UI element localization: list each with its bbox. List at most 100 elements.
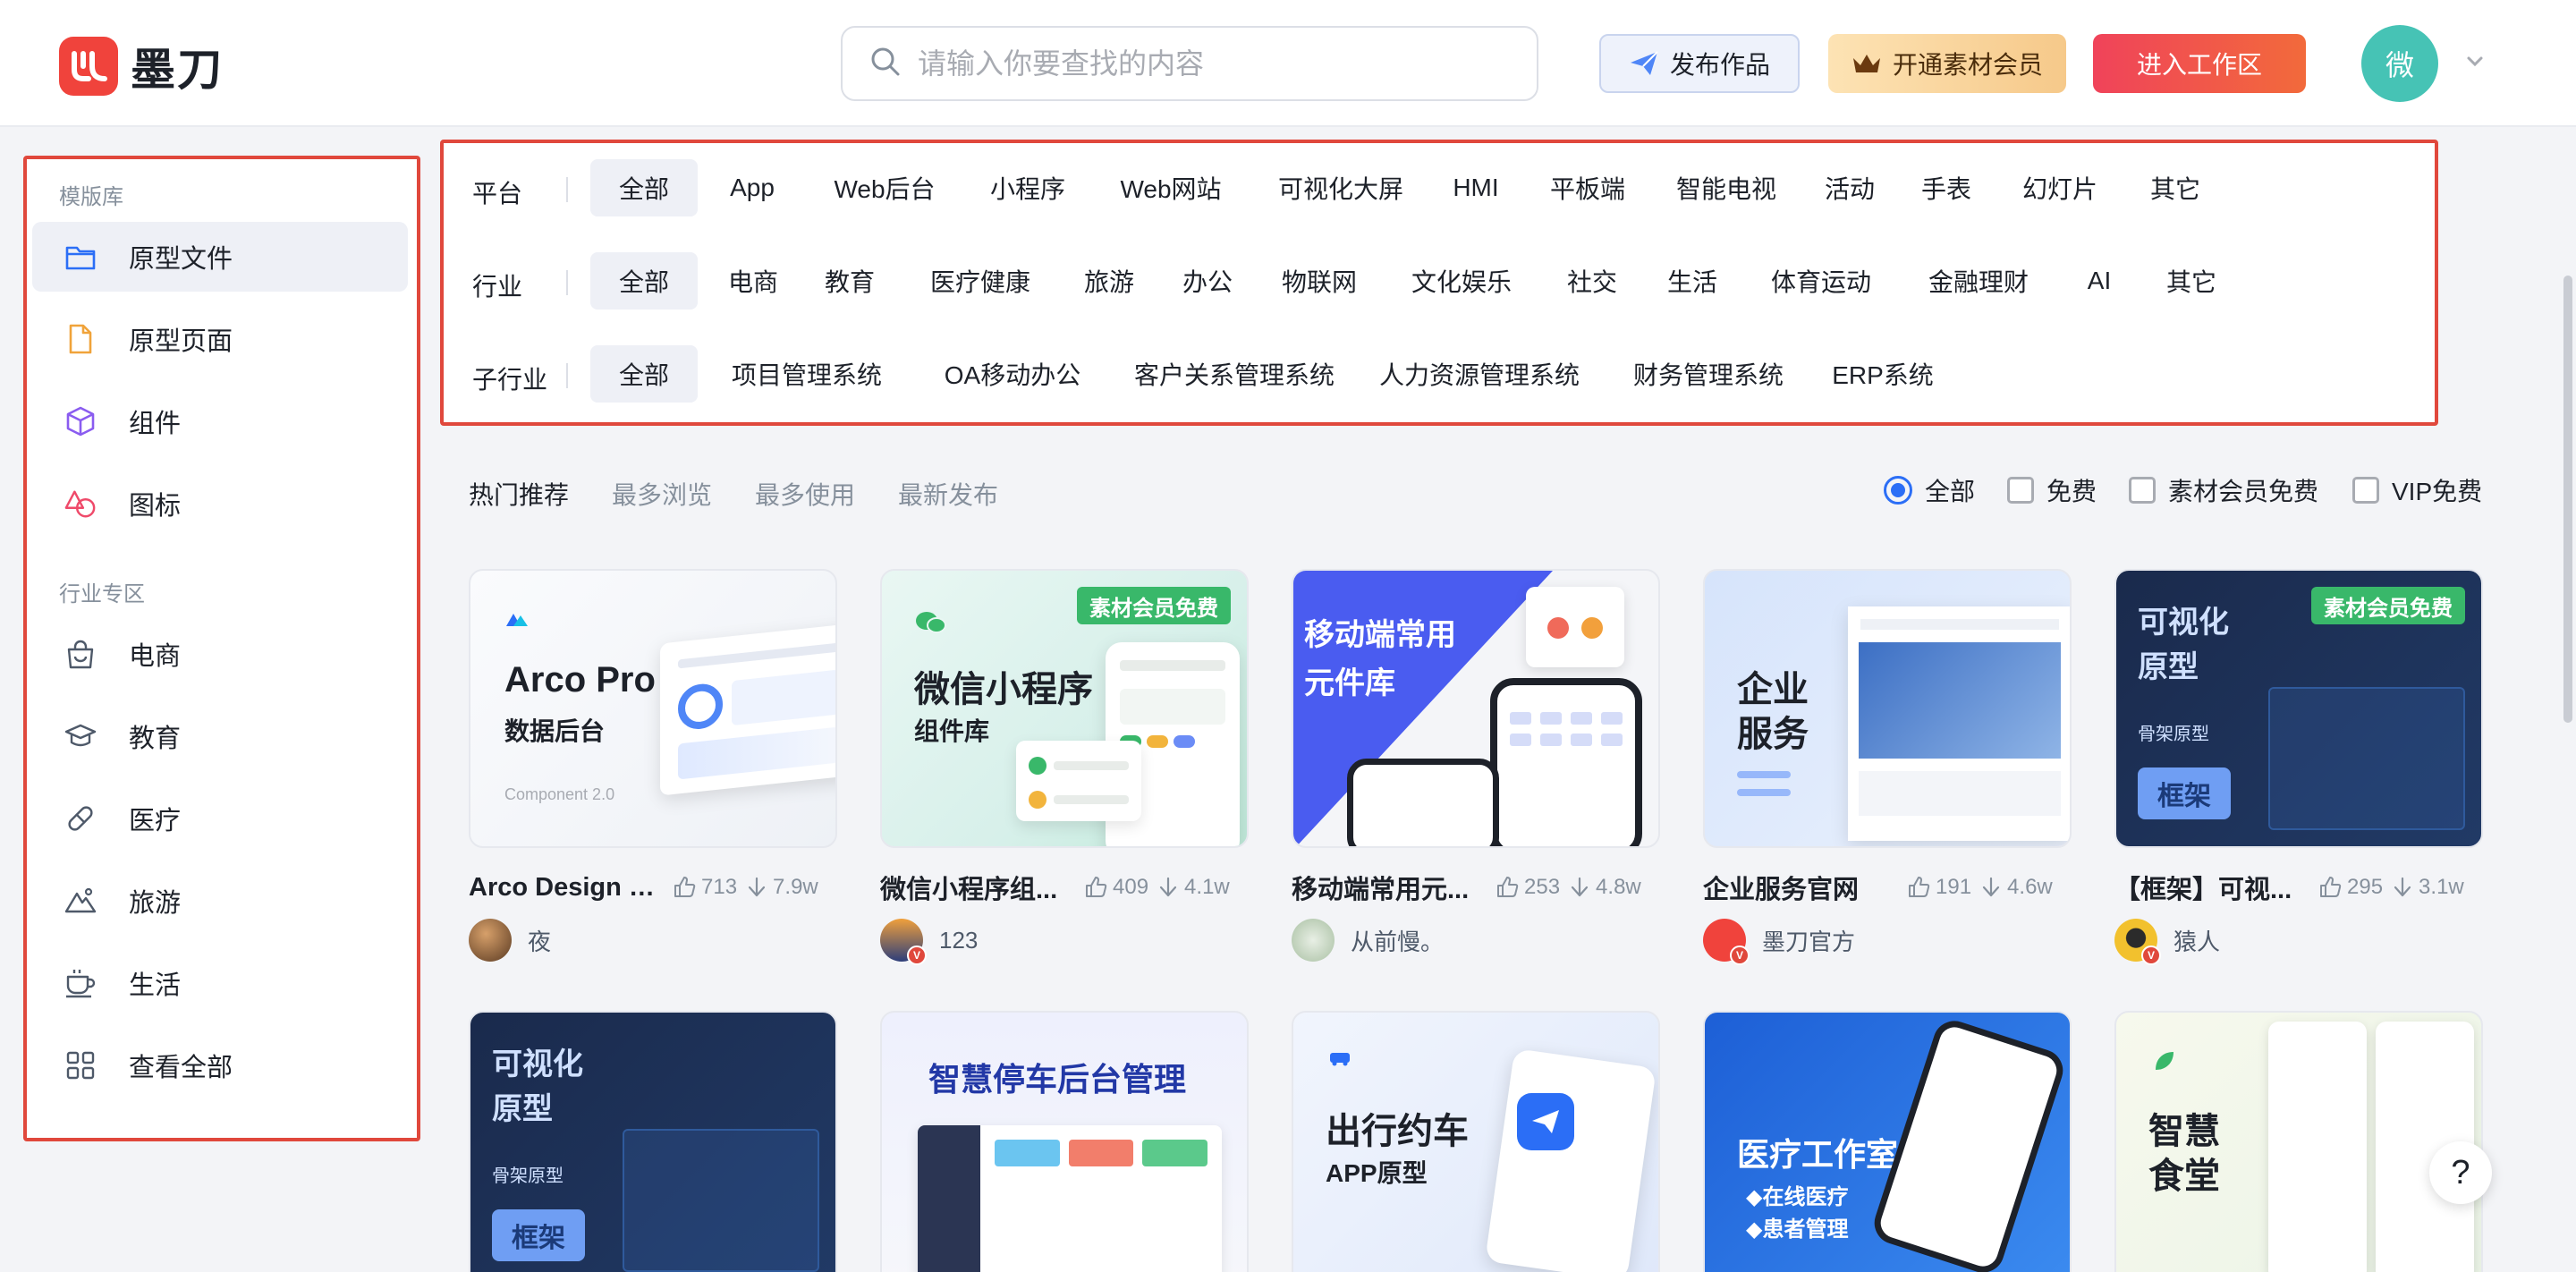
chevron-down-icon[interactable] — [2463, 50, 2487, 78]
sidebar: 模版库 原型文件 原型页面 组件 图标 行业专区 电商 教育 医疗 旅游 生活 … — [23, 156, 420, 1141]
checkbox[interactable] — [2352, 477, 2379, 504]
card-title[interactable]: Arco Design P... — [469, 873, 664, 903]
sidebar-item-components[interactable]: 组件 — [32, 386, 408, 456]
like-count[interactable]: 191 — [1907, 875, 1971, 900]
template-card[interactable]: 医疗工作室 ◆在线医疗 ◆患者管理 — [1703, 1011, 2072, 1272]
chip-industry-sports[interactable]: 体育运动 — [1758, 252, 1884, 310]
chip-industry-office[interactable]: 办公 — [1170, 252, 1245, 310]
chip-platform-watch[interactable]: 手表 — [1911, 159, 1982, 216]
member-button[interactable]: 开通素材会员 — [1828, 34, 2066, 93]
chip-platform-all[interactable]: 全部 — [590, 159, 698, 216]
chip-sub-crm[interactable]: 客户关系管理系统 — [1127, 345, 1342, 403]
chip-platform-website[interactable]: Web网站 — [1104, 159, 1238, 216]
template-card[interactable]: 智慧停车后台管理 — [880, 1011, 1249, 1272]
chip-industry-ai[interactable]: AI — [2068, 252, 2131, 310]
publish-button[interactable]: 发布作品 — [1599, 34, 1800, 93]
thumb-subtitle: 原型 — [2138, 650, 2199, 684]
card-thumbnail[interactable]: 企业 服务 — [1703, 569, 2072, 848]
search-box[interactable] — [841, 26, 1538, 101]
sidebar-item-medical[interactable]: 医疗 — [32, 784, 408, 853]
card-thumbnail[interactable]: 智慧停车后台管理 — [880, 1011, 1249, 1272]
chip-sub-all[interactable]: 全部 — [590, 345, 698, 403]
sidebar-item-education[interactable]: 教育 — [32, 701, 408, 771]
filter-price-free[interactable]: 免费 — [2007, 472, 2097, 508]
chip-sub-hr[interactable]: 人力资源管理系统 — [1372, 345, 1587, 403]
chip-industry-other[interactable]: 其它 — [2156, 252, 2227, 310]
thumb-title: 可视化 — [2138, 606, 2229, 640]
card-title[interactable]: 移动端常用元... — [1292, 869, 1487, 906]
tab-newest[interactable]: 最新发布 — [898, 476, 998, 512]
template-card[interactable]: 可视化 原型 骨架原型 框架 — [469, 1011, 837, 1272]
chip-platform-web-admin[interactable]: Web后台 — [818, 159, 952, 216]
help-button[interactable]: ? — [2429, 1141, 2492, 1204]
filter-price-all[interactable]: 全部 — [1884, 472, 1975, 508]
card-thumbnail[interactable]: 出行约车 APP原型 — [1292, 1011, 1660, 1272]
sidebar-item-prototype-pages[interactable]: 原型页面 — [32, 304, 408, 374]
card-thumbnail[interactable]: Arco Pro 数据后台 Component 2.0 — [469, 569, 837, 848]
chip-industry-education[interactable]: 教育 — [812, 252, 887, 310]
filter-price-vip-free[interactable]: VIP免费 — [2352, 472, 2482, 508]
workspace-button[interactable]: 进入工作区 — [2093, 34, 2306, 93]
chip-industry-ecommerce[interactable]: 电商 — [716, 252, 791, 310]
card-author[interactable]: 从前慢。 — [1292, 918, 1444, 962]
chip-platform-miniprogram[interactable]: 小程序 — [979, 159, 1077, 216]
chip-platform-tablet[interactable]: 平板端 — [1538, 159, 1637, 216]
card-author[interactable]: V 猿人 — [2114, 918, 2220, 965]
chip-sub-project-mgmt[interactable]: 项目管理系统 — [717, 345, 896, 403]
card-author[interactable]: 夜 — [469, 918, 551, 962]
like-count[interactable]: 409 — [1084, 875, 1148, 900]
chip-sub-finance[interactable]: 财务管理系统 — [1619, 345, 1798, 403]
logo[interactable]: 墨刀 — [59, 34, 224, 98]
sidebar-item-travel[interactable]: 旅游 — [32, 866, 408, 936]
author-name: 从前慢。 — [1351, 928, 1445, 955]
chip-industry-healthcare[interactable]: 医疗健康 — [918, 252, 1043, 310]
chip-platform-dashboard[interactable]: 可视化大屏 — [1265, 159, 1417, 216]
template-card[interactable]: 出行约车 APP原型 — [1292, 1011, 1660, 1272]
card-author[interactable]: V 123 — [880, 918, 978, 965]
card-thumbnail[interactable]: 移动端常用 元件库 — [1292, 569, 1660, 848]
chip-platform-other[interactable]: 其它 — [2140, 159, 2211, 216]
card-title[interactable]: 【框架】可视... — [2114, 869, 2309, 906]
checkbox[interactable] — [2129, 477, 2156, 504]
like-count[interactable]: 295 — [2318, 875, 2383, 900]
checkbox[interactable] — [2007, 477, 2034, 504]
sidebar-item-icons[interactable]: 图标 — [32, 469, 408, 538]
card-thumbnail[interactable]: 素材会员免费 微信小程序 组件库 — [880, 569, 1249, 848]
chip-industry-travel[interactable]: 旅游 — [1072, 252, 1147, 310]
chip-platform-slides[interactable]: 幻灯片 — [2011, 159, 2109, 216]
filter-price-member-free[interactable]: 素材会员免费 — [2129, 472, 2318, 508]
chip-industry-all[interactable]: 全部 — [590, 252, 698, 310]
sidebar-item-prototype-files[interactable]: 原型文件 — [32, 222, 408, 292]
chip-platform-app[interactable]: App — [712, 159, 792, 216]
card-thumbnail[interactable]: 可视化 原型 骨架原型 框架 — [469, 1011, 837, 1272]
chip-industry-finance[interactable]: 金融理财 — [1916, 252, 2041, 310]
sidebar-item-view-all[interactable]: 查看全部 — [32, 1030, 408, 1100]
card-thumbnail[interactable]: 素材会员免费 可视化 原型 骨架原型 框架 — [2114, 569, 2483, 848]
scrollbar[interactable] — [2563, 276, 2572, 723]
tab-most-used[interactable]: 最多使用 — [755, 476, 855, 512]
card-title[interactable]: 企业服务官网 — [1703, 869, 1898, 906]
chip-industry-social[interactable]: 社交 — [1555, 252, 1630, 310]
sidebar-item-ecommerce[interactable]: 电商 — [32, 619, 408, 689]
card-author[interactable]: V 墨刀官方 — [1703, 918, 1855, 965]
card-title[interactable]: 微信小程序组... — [880, 869, 1075, 906]
card-thumbnail[interactable]: 医疗工作室 ◆在线医疗 ◆患者管理 — [1703, 1011, 2072, 1272]
chip-platform-activity[interactable]: 活动 — [1814, 159, 1885, 216]
tab-hot[interactable]: 热门推荐 — [469, 476, 569, 512]
radio-checked[interactable] — [1884, 476, 1912, 505]
like-count[interactable]: 253 — [1496, 875, 1560, 900]
chip-industry-entertainment[interactable]: 文化娱乐 — [1399, 252, 1524, 310]
search-input[interactable] — [918, 47, 1490, 81]
chip-platform-hmi[interactable]: HMI — [1440, 159, 1512, 216]
like-count[interactable]: 713 — [673, 875, 737, 900]
chip-industry-iot[interactable]: 物联网 — [1270, 252, 1368, 310]
sidebar-item-life[interactable]: 生活 — [32, 948, 408, 1018]
card-thumbnail[interactable]: 智慧 食堂 — [2114, 1011, 2483, 1272]
chip-industry-life[interactable]: 生活 — [1655, 252, 1730, 310]
chip-sub-oa[interactable]: OA移动办公 — [932, 345, 1093, 403]
tab-most-viewed[interactable]: 最多浏览 — [612, 476, 712, 512]
template-card[interactable]: 智慧 食堂 — [2114, 1011, 2483, 1272]
user-avatar[interactable]: 微 — [2361, 25, 2438, 102]
chip-platform-smart-tv[interactable]: 智能电视 — [1664, 159, 1789, 216]
chip-sub-erp[interactable]: ERP系统 — [1825, 345, 1941, 403]
